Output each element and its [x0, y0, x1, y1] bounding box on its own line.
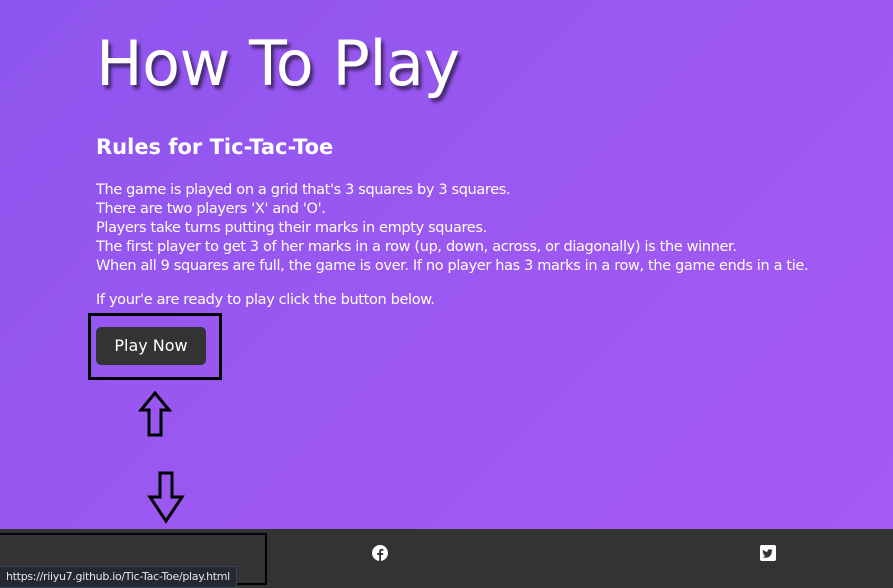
rules-list: The game is played on a grid that's 3 sq…	[96, 181, 856, 276]
rule-item: The game is played on a grid that's 3 sq…	[96, 182, 511, 198]
twitter-icon[interactable]	[760, 545, 776, 561]
page-title: How To Play	[96, 27, 460, 100]
rule-item: There are two players 'X' and 'O'.	[96, 201, 326, 217]
rule-item: The first player to get 3 of her marks i…	[96, 239, 737, 255]
cta-text: If your'e are ready to play click the bu…	[96, 292, 435, 308]
rule-item: When all 9 squares are full, the game is…	[96, 258, 809, 274]
up-arrow-icon	[138, 390, 172, 437]
facebook-icon[interactable]	[372, 545, 388, 561]
rules-heading: Rules for Tic-Tac-Toe	[96, 135, 334, 159]
rule-item: Players take turns putting their marks i…	[96, 220, 487, 236]
status-bar-url: https://riiyu7.github.io/Tic-Tac-Toe/pla…	[0, 566, 237, 588]
down-arrow-icon	[147, 471, 185, 524]
play-now-button[interactable]: Play Now	[96, 327, 206, 365]
